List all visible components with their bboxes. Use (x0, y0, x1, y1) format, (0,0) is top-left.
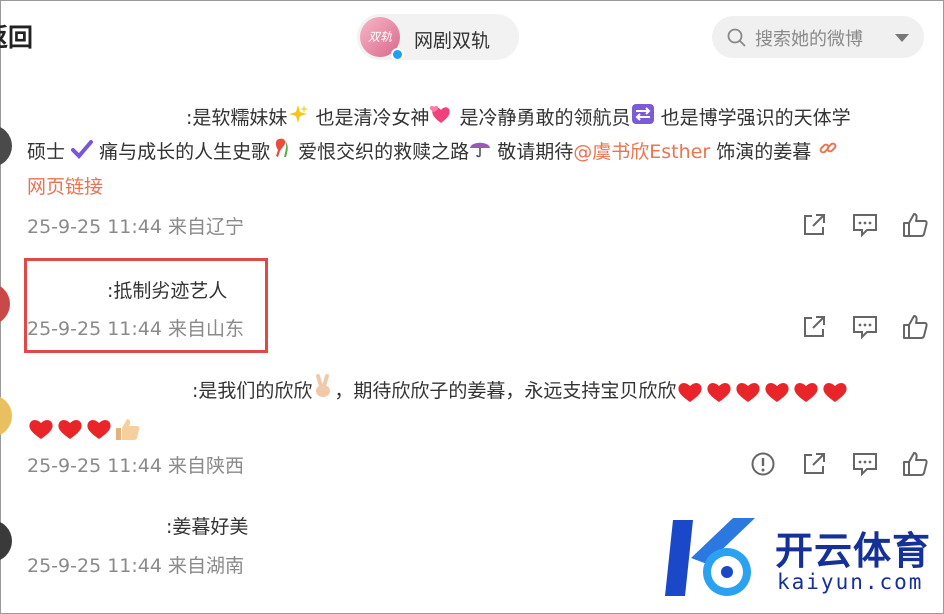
share-icon[interactable] (800, 313, 828, 341)
report-icon[interactable] (749, 450, 777, 478)
comment-location: 来自辽宁 (168, 216, 245, 238)
comment-icon[interactable] (851, 450, 879, 478)
sparkle-icon (287, 101, 309, 137)
share-icon[interactable] (800, 211, 828, 239)
watermark-brand-cn: 开云体育 (775, 529, 932, 573)
verified-badge-icon (391, 48, 404, 61)
avatar[interactable]: 双轨 (360, 17, 404, 61)
comment-text: :是我们的欣欣 ，期待欣欣子的姜暮，永远支持宝贝欣欣 (192, 373, 850, 410)
mention-link[interactable]: @虞书欣Esther (573, 141, 710, 163)
account-pill[interactable]: 双轨 网剧双轨 (357, 14, 519, 61)
like-icon[interactable] (901, 313, 929, 341)
watermark-k-icon (665, 518, 755, 596)
comment-time: 25-9-25 11:44 (27, 455, 162, 477)
comment-text-line2 (27, 410, 142, 446)
link-icon[interactable] (817, 135, 839, 171)
watermark-brand-en: kaiyun.com (777, 570, 924, 594)
comment-icon[interactable] (851, 313, 879, 341)
red-heart-icon (29, 419, 111, 439)
comment-time: 25-9-25 11:44 (27, 216, 162, 238)
comment-meta: 25-9-25 11:44 来自陕西 (27, 451, 244, 478)
like-icon[interactable] (901, 211, 929, 239)
thumbs-up-icon (116, 418, 140, 440)
highlight-box (24, 258, 268, 353)
red-heart-icons (676, 380, 850, 402)
comment-meta: 25-9-25 11:44 来自辽宁 (27, 212, 244, 239)
back-button[interactable]: 返回 (0, 18, 33, 54)
comment-meta: 25-9-25 11:44 来自湖南 (27, 551, 244, 578)
like-icon[interactable] (901, 450, 929, 478)
red-heart-icon (678, 382, 848, 402)
avatar-text: 双轨 (367, 30, 392, 44)
account-name[interactable]: 网剧双轨 (414, 26, 490, 53)
avatar[interactable] (0, 395, 12, 437)
comment-actions (724, 313, 928, 341)
search-input[interactable]: 搜索她的微博 (712, 16, 924, 58)
web-link[interactable]: 网页链接 (27, 169, 103, 205)
umbrella-icon (469, 135, 491, 171)
comment-actions (724, 211, 928, 239)
victory-hand-icon (312, 373, 334, 410)
comment-icon[interactable] (851, 211, 879, 239)
comment-time: 25-9-25 11:44 (27, 555, 162, 577)
avatar[interactable] (0, 520, 12, 562)
two-hearts-icon (429, 101, 453, 137)
comment-location: 来自湖南 (168, 555, 245, 577)
comment-text: :是软糯妹妹 也是清冷女神 是冷静勇敢的领航员 也是博学强识的天体学 (186, 100, 851, 137)
chevron-down-icon[interactable] (895, 34, 909, 42)
comment-actions (664, 450, 928, 478)
swap-icon (631, 101, 655, 137)
comment-location: 来自陕西 (168, 455, 245, 477)
search-icon (727, 28, 746, 47)
avatar[interactable] (0, 125, 12, 167)
share-icon[interactable] (800, 450, 828, 478)
avatar[interactable] (0, 283, 10, 325)
ribbon-icon (270, 135, 292, 171)
watermark-logo: 开云体育 kaiyun.com (655, 512, 935, 604)
search-placeholder: 搜索她的微博 (755, 29, 863, 50)
comment-text-line2: 硕士 痛与成长的人生史歌 爱恨交织的救赎之路 敬请期待@虞书欣Esther 饰演… (27, 134, 839, 171)
checkmark-icon (71, 135, 94, 171)
comment-text: :姜暮好美 (166, 516, 249, 538)
